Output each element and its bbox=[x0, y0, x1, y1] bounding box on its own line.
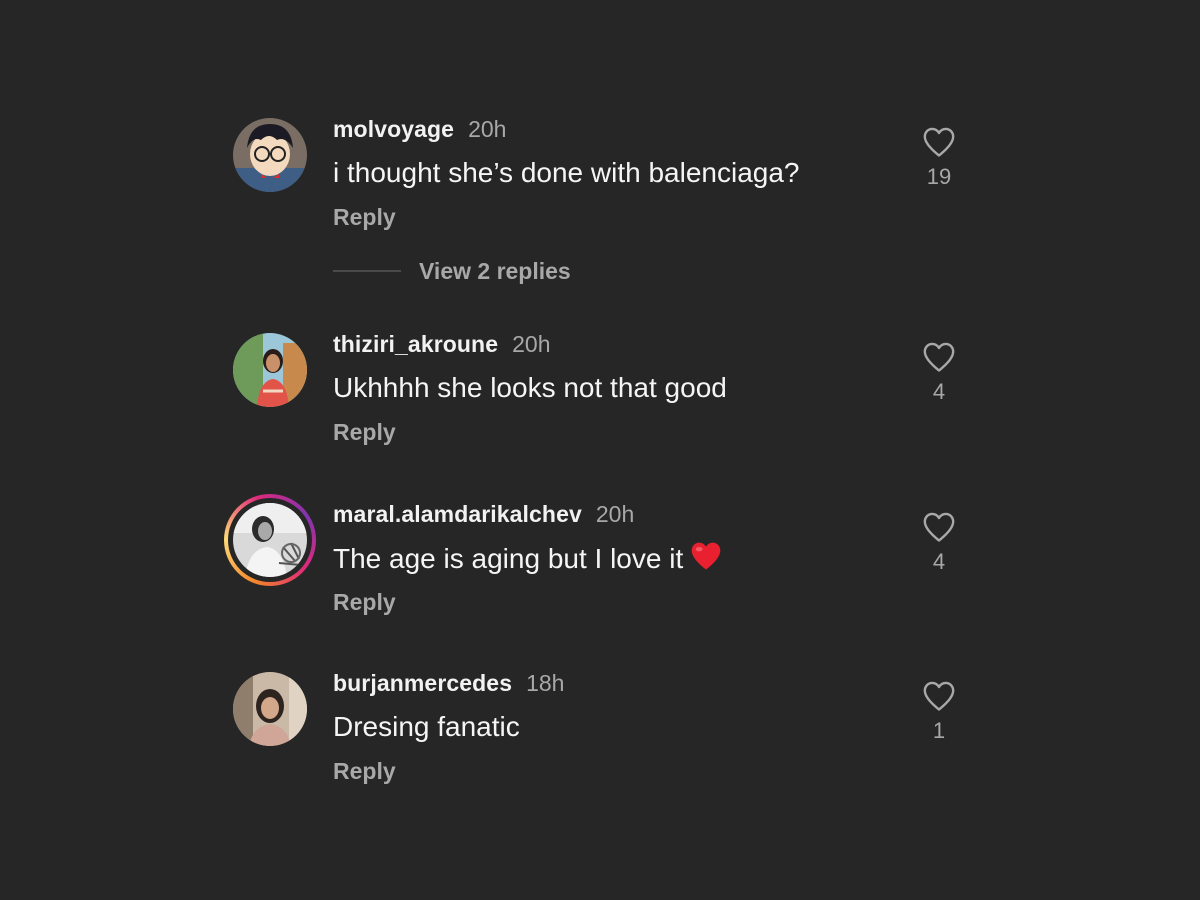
comment-item: maral.alamdarikalchev 20h The age is agin… bbox=[0, 494, 1200, 633]
heart-outline-icon[interactable] bbox=[922, 126, 956, 158]
like-section: 1 bbox=[918, 680, 960, 744]
reply-button[interactable]: Reply bbox=[333, 758, 396, 784]
view-replies-label: View 2 replies bbox=[419, 258, 571, 284]
comment-item: thiziri_akroune 20h Ukhhhh she looks not … bbox=[0, 331, 1200, 463]
comments-panel: molvoyage 20h i thought she’s done with b… bbox=[0, 0, 1200, 900]
username[interactable]: molvoyage bbox=[333, 116, 454, 142]
comment-meta: molvoyage 20h bbox=[333, 116, 506, 142]
heart-outline-icon[interactable] bbox=[922, 680, 956, 712]
photo-avatar-icon bbox=[233, 333, 307, 407]
comment-meta: thiziri_akroune 20h bbox=[333, 331, 550, 357]
comment-meta: burjanmercedes 18h bbox=[333, 670, 564, 696]
timestamp: 20h bbox=[512, 331, 551, 357]
comment-text: The age is aging but I love it bbox=[333, 541, 723, 576]
avatar[interactable] bbox=[233, 118, 307, 192]
avatar bbox=[233, 503, 307, 577]
comment-meta: maral.alamdarikalchev 20h bbox=[333, 501, 634, 527]
timestamp: 20h bbox=[595, 501, 635, 527]
photo-avatar-icon bbox=[233, 503, 307, 577]
comment-text: i thought she’s done with balenciaga? bbox=[333, 157, 800, 188]
reply-button[interactable]: Reply bbox=[333, 204, 396, 230]
cartoon-boy-avatar-icon bbox=[233, 118, 307, 192]
photo-avatar-icon bbox=[233, 672, 307, 746]
comment-text-content: The age is aging but I love it bbox=[333, 543, 684, 574]
username[interactable]: burjanmercedes bbox=[333, 670, 512, 696]
avatar[interactable] bbox=[233, 333, 307, 407]
comment-item: burjanmercedes 18h Dresing fanatic Reply … bbox=[0, 670, 1200, 802]
avatar[interactable] bbox=[233, 672, 307, 746]
like-count: 1 bbox=[932, 718, 946, 743]
timestamp: 20h bbox=[468, 116, 507, 142]
heart-outline-icon[interactable] bbox=[922, 341, 956, 373]
red-heart-emoji-icon bbox=[691, 542, 721, 570]
reply-button[interactable]: Reply bbox=[333, 589, 396, 615]
username[interactable]: thiziri_akroune bbox=[333, 331, 498, 357]
comment-text: Ukhhhh she looks not that good bbox=[333, 372, 727, 403]
like-count: 19 bbox=[926, 164, 952, 189]
username[interactable]: maral.alamdarikalchev bbox=[333, 501, 582, 527]
story-ring[interactable] bbox=[224, 494, 316, 586]
like-count: 4 bbox=[932, 379, 946, 404]
like-section: 4 bbox=[918, 511, 960, 575]
like-section: 4 bbox=[918, 341, 960, 405]
comment-item: molvoyage 20h i thought she’s done with b… bbox=[0, 116, 1200, 248]
heart-outline-icon[interactable] bbox=[922, 511, 956, 543]
like-section: 19 bbox=[918, 126, 960, 190]
like-count: 4 bbox=[932, 549, 946, 574]
timestamp: 18h bbox=[526, 670, 565, 696]
comment-text: Dresing fanatic bbox=[333, 711, 520, 742]
divider-line bbox=[333, 270, 401, 272]
reply-button[interactable]: Reply bbox=[333, 419, 396, 445]
